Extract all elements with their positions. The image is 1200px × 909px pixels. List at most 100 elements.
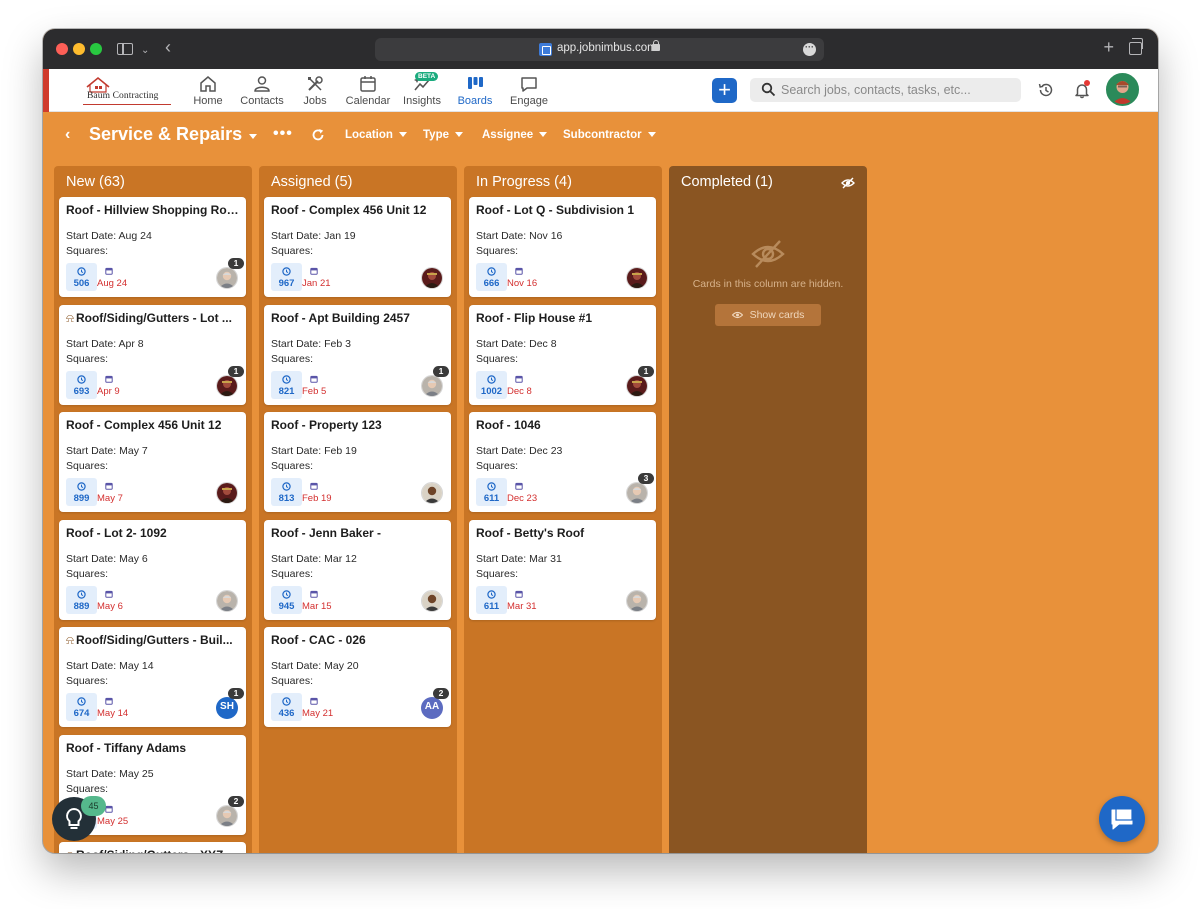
assignee-avatar[interactable]: [626, 482, 648, 504]
assignee-avatar[interactable]: AA: [421, 697, 443, 719]
assignee-avatar[interactable]: [216, 267, 238, 289]
card-due-date: Feb 5: [302, 385, 327, 397]
board-title[interactable]: Service & Repairs: [89, 124, 242, 145]
assignee-avatar[interactable]: [421, 482, 443, 504]
browser-back-icon[interactable]: ‹: [165, 37, 171, 57]
assignee-avatar[interactable]: [216, 589, 238, 612]
job-card[interactable]: Roof - 1046 Start Date: Dec 23 Squares: 611…: [469, 412, 656, 512]
assignee-avatar[interactable]: [421, 374, 443, 397]
clock-icon: [77, 482, 86, 491]
assignee-avatar[interactable]: [421, 589, 443, 612]
assignee-avatar[interactable]: [626, 374, 648, 397]
task-count-badge: 1: [433, 365, 449, 377]
job-card[interactable]: Roof - CAC - 026 Start Date: May 20 Square…: [264, 627, 451, 727]
card-title: Roof - Lot 2- 1092: [66, 525, 167, 540]
job-card[interactable]: Roof - Lot 2- 1092 Start Date: May 6 Squar…: [59, 519, 246, 620]
job-card[interactable]: Roof - Hillview Shopping Roo... Start Dat…: [59, 197, 246, 297]
job-card[interactable]: Roof - Lot Q - Subdivision 1 Start Date: …: [469, 197, 656, 297]
filter-type[interactable]: Type: [423, 129, 463, 141]
assignee-avatar[interactable]: [626, 267, 648, 289]
card-title: ⍾ Roof/Siding/Gutters - Lot ...: [66, 310, 232, 325]
nav-contacts[interactable]: Contacts: [238, 74, 286, 110]
job-card[interactable]: Roof - Complex 456 Unit 12 Start Date: Ja…: [264, 197, 451, 297]
assignee-avatar[interactable]: [216, 374, 238, 397]
calendar-icon: [515, 375, 523, 383]
job-card[interactable]: Roof - Jenn Baker - Start Date: Mar 12 Squ…: [264, 519, 451, 620]
address-bar[interactable]: app.jobnimbus.com ···: [375, 38, 824, 61]
assignee-avatar[interactable]: [216, 804, 238, 827]
back-button[interactable]: ‹: [65, 126, 70, 144]
support-chat-button[interactable]: [1099, 796, 1145, 842]
filter-assignee[interactable]: Assignee: [482, 129, 548, 141]
filter-subcontractor[interactable]: Subcontractor: [563, 129, 656, 141]
nav-jobs[interactable]: Jobs: [300, 74, 330, 110]
refresh-icon[interactable]: [311, 128, 325, 142]
job-card[interactable]: ⍾ Roof/Siding/Gutters - Buil... Start Date…: [59, 627, 246, 727]
nav-calendar[interactable]: Calendar: [344, 74, 392, 110]
card-due-date: May 7: [97, 493, 123, 504]
close-window-button[interactable]: [56, 43, 68, 55]
job-card[interactable]: Roof - Betty's Roof Start Date: Mar 31 Squ…: [469, 519, 656, 620]
card-age-metric: 945: [271, 585, 302, 614]
nav-insights[interactable]: BETA Insights: [401, 72, 443, 110]
assignee-avatar[interactable]: [421, 267, 443, 289]
card-start-date: Start Date: Dec 23: [476, 445, 563, 457]
add-new-button[interactable]: +: [712, 78, 737, 103]
card-squares: Squares:: [271, 675, 314, 687]
card-title: ⍾ Roof/Siding/Gutters - Buil...: [66, 633, 233, 647]
board-switch-chevron-icon[interactable]: [249, 134, 257, 139]
assignee-avatar[interactable]: SH: [216, 697, 238, 719]
task-count-badge: 1: [228, 365, 244, 377]
global-search[interactable]: [750, 78, 1021, 102]
job-card[interactable]: ⍾ Roof/Siding/Gutters - Lot ... Start Date…: [59, 304, 246, 405]
tab-overview-icon[interactable]: [1129, 38, 1143, 55]
card-due-date: Nov 16: [507, 278, 538, 289]
card-start-date: Start Date: Aug 24: [66, 230, 152, 242]
card-start-date: Start Date: Nov 16: [476, 230, 563, 242]
card-age-value: 506: [73, 278, 90, 289]
assignee-avatar[interactable]: [216, 482, 238, 504]
lock-icon: [652, 40, 660, 51]
filter-location[interactable]: Location: [345, 129, 407, 141]
beta-badge: BETA: [415, 72, 439, 81]
chevron-down-icon: [455, 132, 463, 138]
more-options-icon[interactable]: ···: [803, 43, 816, 56]
clock-icon: [77, 267, 86, 276]
job-card[interactable]: Roof - Property 123 Start Date: Feb 19 Squ…: [264, 412, 451, 512]
more-options-button[interactable]: •••: [273, 125, 293, 143]
nav-boards[interactable]: Boards: [456, 74, 494, 110]
job-card[interactable]: Roof - Flip House #1 Start Date: Dec 8 Squ…: [469, 304, 656, 405]
new-tab-icon[interactable]: +: [1103, 37, 1114, 57]
eye-off-icon[interactable]: [841, 176, 855, 190]
card-start-date: Start Date: Dec 8: [476, 337, 557, 350]
history-icon[interactable]: [1037, 81, 1055, 99]
card-due-date: Aug 24: [97, 278, 128, 289]
company-logo[interactable]: Baum Contracting: [81, 74, 173, 108]
card-age-value: 693: [73, 385, 90, 397]
sidebar-toggle-icon[interactable]: [117, 43, 133, 55]
search-input[interactable]: [781, 81, 1017, 99]
person-icon: [254, 76, 270, 92]
zoom-window-button[interactable]: [90, 43, 102, 55]
job-card[interactable]: Roof - Complex 456 Unit 12 Start Date: Ma…: [59, 412, 246, 512]
show-cards-button[interactable]: Show cards: [715, 304, 821, 326]
card-squares: Squares:: [271, 567, 314, 580]
minimize-window-button[interactable]: [73, 43, 85, 55]
assignee-avatar[interactable]: [626, 589, 648, 612]
nav-engage[interactable]: Engage: [508, 74, 550, 110]
card-squares: Squares:: [476, 567, 519, 580]
job-card[interactable]: Roof - Apt Building 2457 Start Date: Feb …: [264, 304, 451, 405]
card-due-date: Jan 21: [302, 278, 331, 289]
nav-home[interactable]: Home: [190, 74, 226, 110]
task-count-badge: 1: [638, 365, 654, 377]
card-due-date: Dec 23: [507, 493, 538, 504]
calendar-icon: [360, 76, 376, 92]
card-title: Roof - Betty's Roof: [476, 525, 585, 540]
user-avatar[interactable]: [1106, 73, 1139, 106]
card-age-metric: 1002: [476, 370, 507, 399]
user-photo-icon: [1108, 75, 1137, 104]
card-title: Roof - Hillview Shopping Roo...: [66, 203, 242, 217]
chevron-down-icon[interactable]: ⌄: [141, 41, 149, 61]
card-due-date: May 14: [97, 708, 129, 719]
job-card[interactable]: ⍾Roof/Siding/Gutters - XYZ: [59, 842, 246, 853]
